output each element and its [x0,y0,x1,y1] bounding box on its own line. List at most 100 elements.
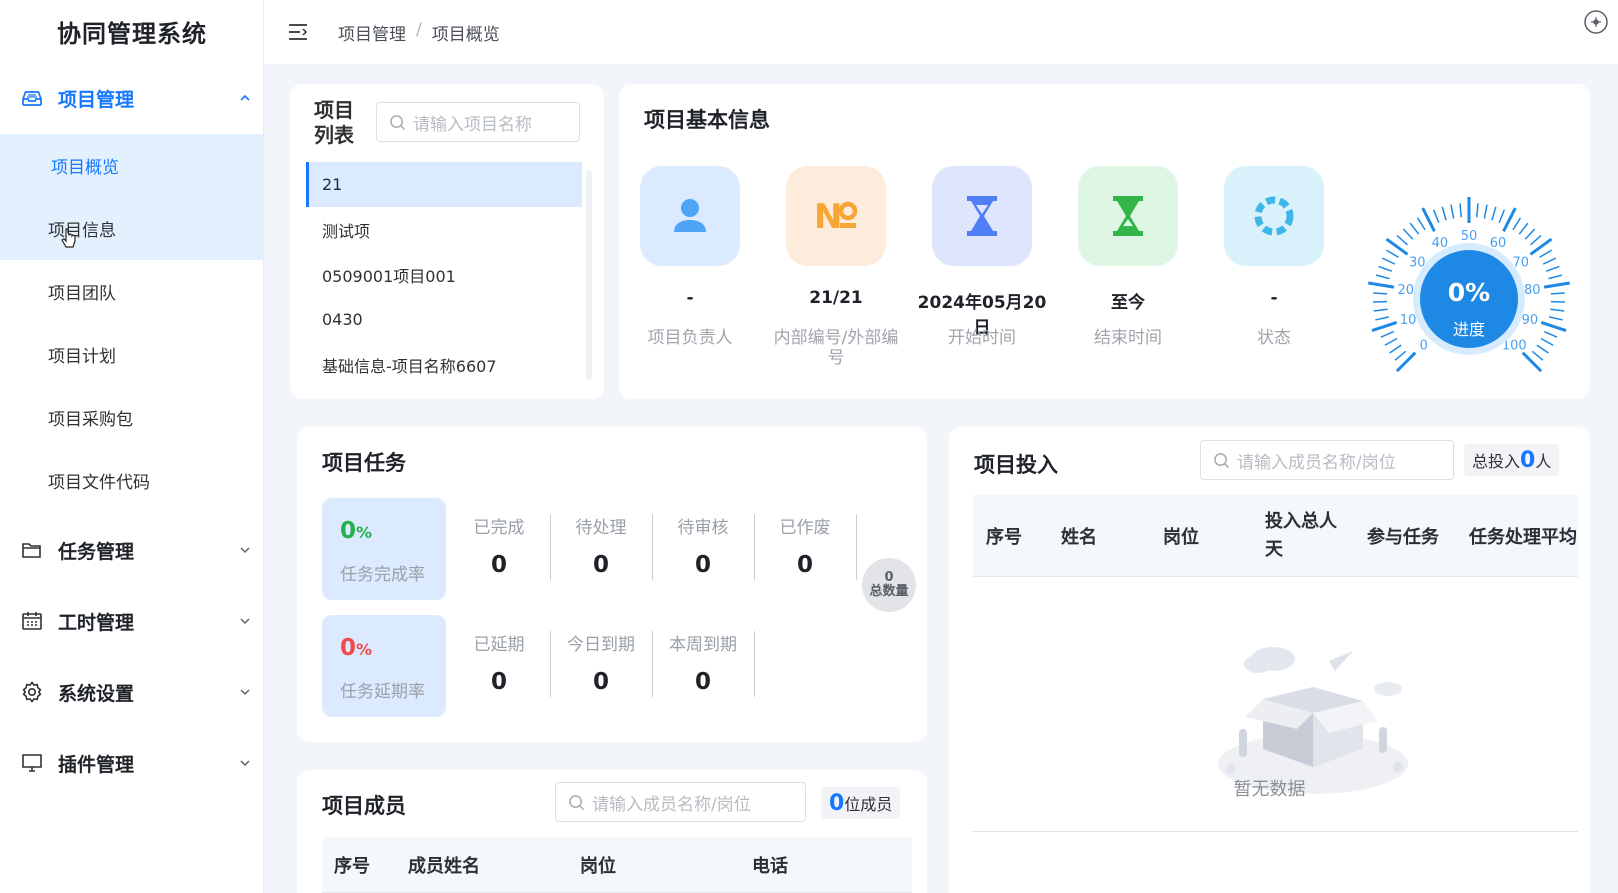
project-list-title: 项目列表 [314,98,354,147]
info-value: - [1270,288,1278,308]
sidebar-item-project-plan[interactable]: 项目计划 [0,323,264,386]
column-header: 岗位 [580,855,616,877]
column-header: 姓名 [1061,526,1097,548]
chevron-up-icon[interactable] [238,91,252,105]
menu-group-timesheet[interactable]: 工时管理 [0,591,264,651]
menu-group-plugins[interactable]: 插件管理 [0,733,264,793]
app-title: 协同管理系统 [57,20,207,48]
stat-due-week[interactable]: 本周到期 0 [652,630,754,695]
project-list-item[interactable]: 基础信息-项目名称6607 [306,342,586,387]
tasks-title: 项目任务 [322,451,406,475]
delay-rate-box: 0% 任务延期率 [322,615,446,717]
stat-completed[interactable]: 已完成 0 [448,513,550,578]
column-header: 电话 [752,855,788,877]
search-icon [1214,453,1230,469]
info-value: 2024年05月20日 [917,293,1047,338]
empty-box-illustration [1218,647,1408,794]
stat-pending[interactable]: 待处理 0 [550,513,652,578]
stat-value: 0 [490,552,507,578]
investment-table-header: 序号 姓名 岗位 投入总人天 参与任务 任务处理平均 [973,495,1578,577]
chevron-down-icon[interactable] [238,756,252,770]
investment-search-input[interactable]: 请输入成员名称/岗位 [1200,440,1454,480]
list-scrollbar[interactable] [586,170,592,380]
breadcrumb-item-project-management[interactable]: 项目管理 [338,20,406,45]
info-tile [1224,166,1324,266]
gauge-tick [1498,209,1506,224]
sidebar-item-procurement[interactable]: 项目采购包 [0,386,264,449]
gauge-tick-label: 90 [1522,313,1539,328]
gear-icon [22,681,42,703]
completion-rate-value: 0% [340,518,372,544]
stat-due-today[interactable]: 今日到期 0 [550,630,652,695]
sidebar-item-project-overview[interactable]: 项目概览 [0,134,264,197]
monitor-icon [22,754,42,772]
info-tile [1078,166,1178,266]
project-search-input[interactable]: 请输入项目名称 [376,102,580,142]
stat-value: 0 [694,552,711,578]
investment-total-chip: 总投入 0 人 [1464,444,1560,476]
sidebar-item-label: 项目概览 [51,158,119,178]
project-list-item[interactable]: 21 [306,162,582,207]
investment-card: 项目投入 请输入成员名称/岗位 总投入 0 人 序号 姓名 岗位 投入总人天 参与任… [949,427,1590,893]
gauge-tick [1450,204,1455,219]
compass-icon[interactable] [1582,8,1610,36]
completion-rate-box: 0% 任务完成率 [322,498,446,600]
gauge-tick [1540,321,1567,332]
sidebar-item-label: 项目计划 [48,347,116,367]
basic-info-card: 项目基本信息 - 项目负责人 N 21/21 内部编号/外部编号 2024年05… [619,84,1590,399]
gauge-tick [1542,257,1557,265]
member-search-input[interactable]: 请输入成员名称/岗位 [555,782,806,822]
project-list: 21 测试项 0509001项目001 0430 基础信息-项目名称6607 [306,162,586,387]
menu-group-project-management[interactable]: 项目管理 [0,68,264,128]
stat-label: 今日到期 [567,635,635,655]
gauge-tick [1483,204,1488,219]
gauge-tick [1432,209,1440,224]
project-list-item[interactable]: 0509001项目001 [306,252,586,297]
gauge-tick [1380,330,1395,338]
info-value: 21/21 [809,288,863,308]
stat-review[interactable]: 待审核 0 [652,513,754,578]
search-icon [390,115,406,131]
progress-gauge: 010203040 50 60708090100 0% 进度 [1368,197,1570,373]
chevron-down-icon[interactable] [238,685,252,699]
stat-value: 0 [694,669,711,695]
stat-label: 已作废 [779,518,831,538]
project-submenu: 项目概览 项目信息 项目团队 项目计划 项目采购包 项目文件代码 [0,134,264,512]
gauge-tick [1518,222,1529,235]
sidebar-item-file-code[interactable]: 项目文件代码 [0,449,264,512]
inbox-icon [22,91,42,106]
gauge-tick-label: 10 [1400,313,1417,328]
info-label: 内部编号/外部编号 [773,328,899,368]
sidebar-item-project-info[interactable]: 项目信息 [0,197,264,260]
project-list-item[interactable]: 测试项 [306,207,586,252]
number-icon: N [814,197,858,237]
stat-voided[interactable]: 已作废 0 [754,513,856,578]
chevron-down-icon[interactable] [238,614,252,628]
total-count-label: 总数量 [869,584,909,599]
gauge-tick [1409,222,1420,235]
menu-group-task-management[interactable]: 任务管理 [0,520,264,580]
gauge-tick [1384,337,1398,346]
gauge-tick [1373,308,1388,312]
column-header: 任务处理平均 [1469,526,1577,548]
search-placeholder: 请输入成员名称/岗位 [1237,452,1396,473]
menu-group-label: 系统设置 [58,682,135,705]
chevron-down-icon[interactable] [238,543,252,557]
project-list-item[interactable]: 0430 [306,297,586,342]
sidebar-item-project-team[interactable]: 项目团队 [0,260,264,323]
svg-text:N: N [814,197,842,237]
members-title: 项目成员 [322,794,406,818]
menu-group-system-settings[interactable]: 系统设置 [0,662,264,722]
sidebar-item-label: 项目采购包 [48,410,133,430]
gauge-tick [1543,281,1570,289]
total-count-badge[interactable]: 0 总数量 [862,558,916,612]
gauge-tick [1375,316,1390,321]
gauge-tick [1524,228,1536,240]
gauge-tick [1368,281,1395,289]
gauge-tick-label: 80 [1524,283,1541,298]
gauge-tick [1545,265,1560,272]
gauge-tick [1539,249,1553,258]
info-label: 结束时间 [1094,328,1162,348]
menu-toggle-icon[interactable] [286,20,310,44]
stat-delayed[interactable]: 已延期 0 [448,630,550,695]
